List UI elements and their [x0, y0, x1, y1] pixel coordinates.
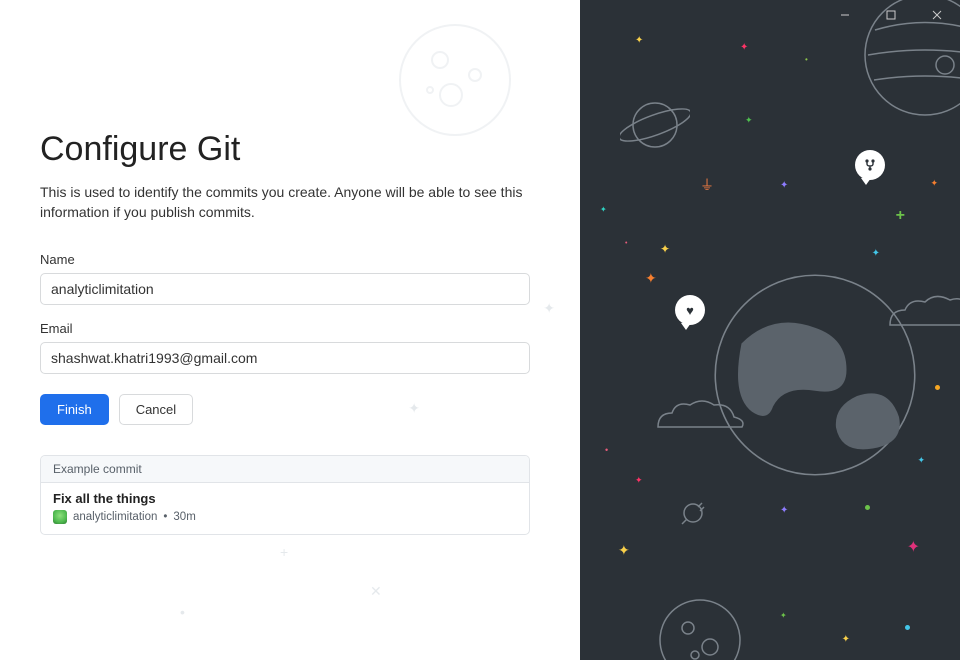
example-commit-body: Fix all the things analyticlimitation • … [41, 483, 529, 534]
speech-bubble-fork [855, 150, 885, 180]
button-row: Finish Cancel [40, 394, 540, 425]
email-label: Email [40, 321, 540, 336]
example-commit-card: Example commit Fix all the things analyt… [40, 455, 530, 535]
configure-git-pane: ✦ ✦ ✕ + • Configure Git This is used to … [0, 0, 580, 660]
star-sparkle: • [605, 445, 608, 455]
star-sparkle: ✦ [618, 542, 630, 559]
example-commit-header: Example commit [41, 456, 529, 483]
name-label: Name [40, 252, 540, 267]
star-sparkle: ✦ [745, 115, 753, 126]
star-sparkle: ✦ [907, 537, 920, 557]
dot-sparkle [865, 505, 870, 510]
cloud-illustration [880, 290, 960, 340]
sparkle-deco: ✦ [408, 400, 420, 417]
cloud-illustration [650, 395, 750, 440]
star-sparkle: ✦ [930, 178, 938, 189]
minimize-button[interactable] [822, 0, 868, 30]
plus-sparkle: + [896, 208, 905, 224]
saturn-illustration [620, 90, 690, 160]
star-sparkle: ✦ [872, 248, 880, 259]
illustration-pane: ♥ ✦ ✦ • ✦ ⏚ ✦ ✦ + ✦ ✦ ✦ • ✦ • ✦ ✦ ✦ ✦ ✦ … [580, 0, 960, 660]
plug-sparkle: ⏚ [700, 175, 714, 195]
star-sparkle: ✦ [635, 35, 643, 46]
name-input[interactable] [40, 273, 530, 305]
sparkle-deco: ✦ [543, 300, 555, 317]
example-commit-time: 30m [173, 511, 195, 523]
fork-icon [863, 158, 877, 172]
page-description: This is used to identify the commits you… [40, 183, 530, 222]
star-sparkle: ✦ [740, 42, 748, 53]
example-commit-title: Fix all the things [53, 491, 517, 506]
window-controls [822, 0, 960, 30]
star-sparkle: • [805, 55, 808, 64]
star-sparkle: • [625, 240, 627, 247]
maximize-icon [886, 10, 896, 20]
sparkle-deco: + [280, 544, 288, 560]
star-sparkle: ✦ [842, 634, 850, 645]
close-button[interactable] [914, 0, 960, 30]
close-icon [932, 10, 942, 20]
star-sparkle: ✦ [635, 475, 643, 486]
star-sparkle: ✦ [780, 180, 788, 191]
star-sparkle: ✦ [660, 242, 670, 256]
cancel-button[interactable]: Cancel [119, 394, 193, 425]
heart-icon: ♥ [686, 303, 694, 318]
email-input[interactable] [40, 342, 530, 374]
star-sparkle: ✦ [780, 611, 787, 620]
dot-sparkle [905, 625, 910, 630]
avatar-icon [53, 510, 67, 524]
small-moon-illustration [655, 595, 745, 660]
star-sparkle: ✦ [780, 505, 788, 516]
sparkle-deco: • [180, 604, 185, 620]
minimize-icon [840, 10, 850, 20]
example-commit-meta: analyticlimitation • 30m [53, 510, 517, 524]
moon-illustration [395, 20, 515, 140]
plug-icon [680, 500, 706, 526]
dot-sparkle [935, 385, 940, 390]
maximize-button[interactable] [868, 0, 914, 30]
sparkle-deco: ✕ [370, 583, 382, 600]
star-sparkle: ✦ [645, 270, 657, 287]
app-window: ✦ ✦ ✕ + • Configure Git This is used to … [0, 0, 960, 660]
example-commit-author: analyticlimitation [73, 511, 157, 523]
star-sparkle: ✦ [917, 455, 925, 466]
meta-separator: • [163, 511, 167, 523]
finish-button[interactable]: Finish [40, 394, 109, 425]
speech-bubble-heart: ♥ [675, 295, 705, 325]
star-sparkle: ✦ [600, 205, 607, 214]
